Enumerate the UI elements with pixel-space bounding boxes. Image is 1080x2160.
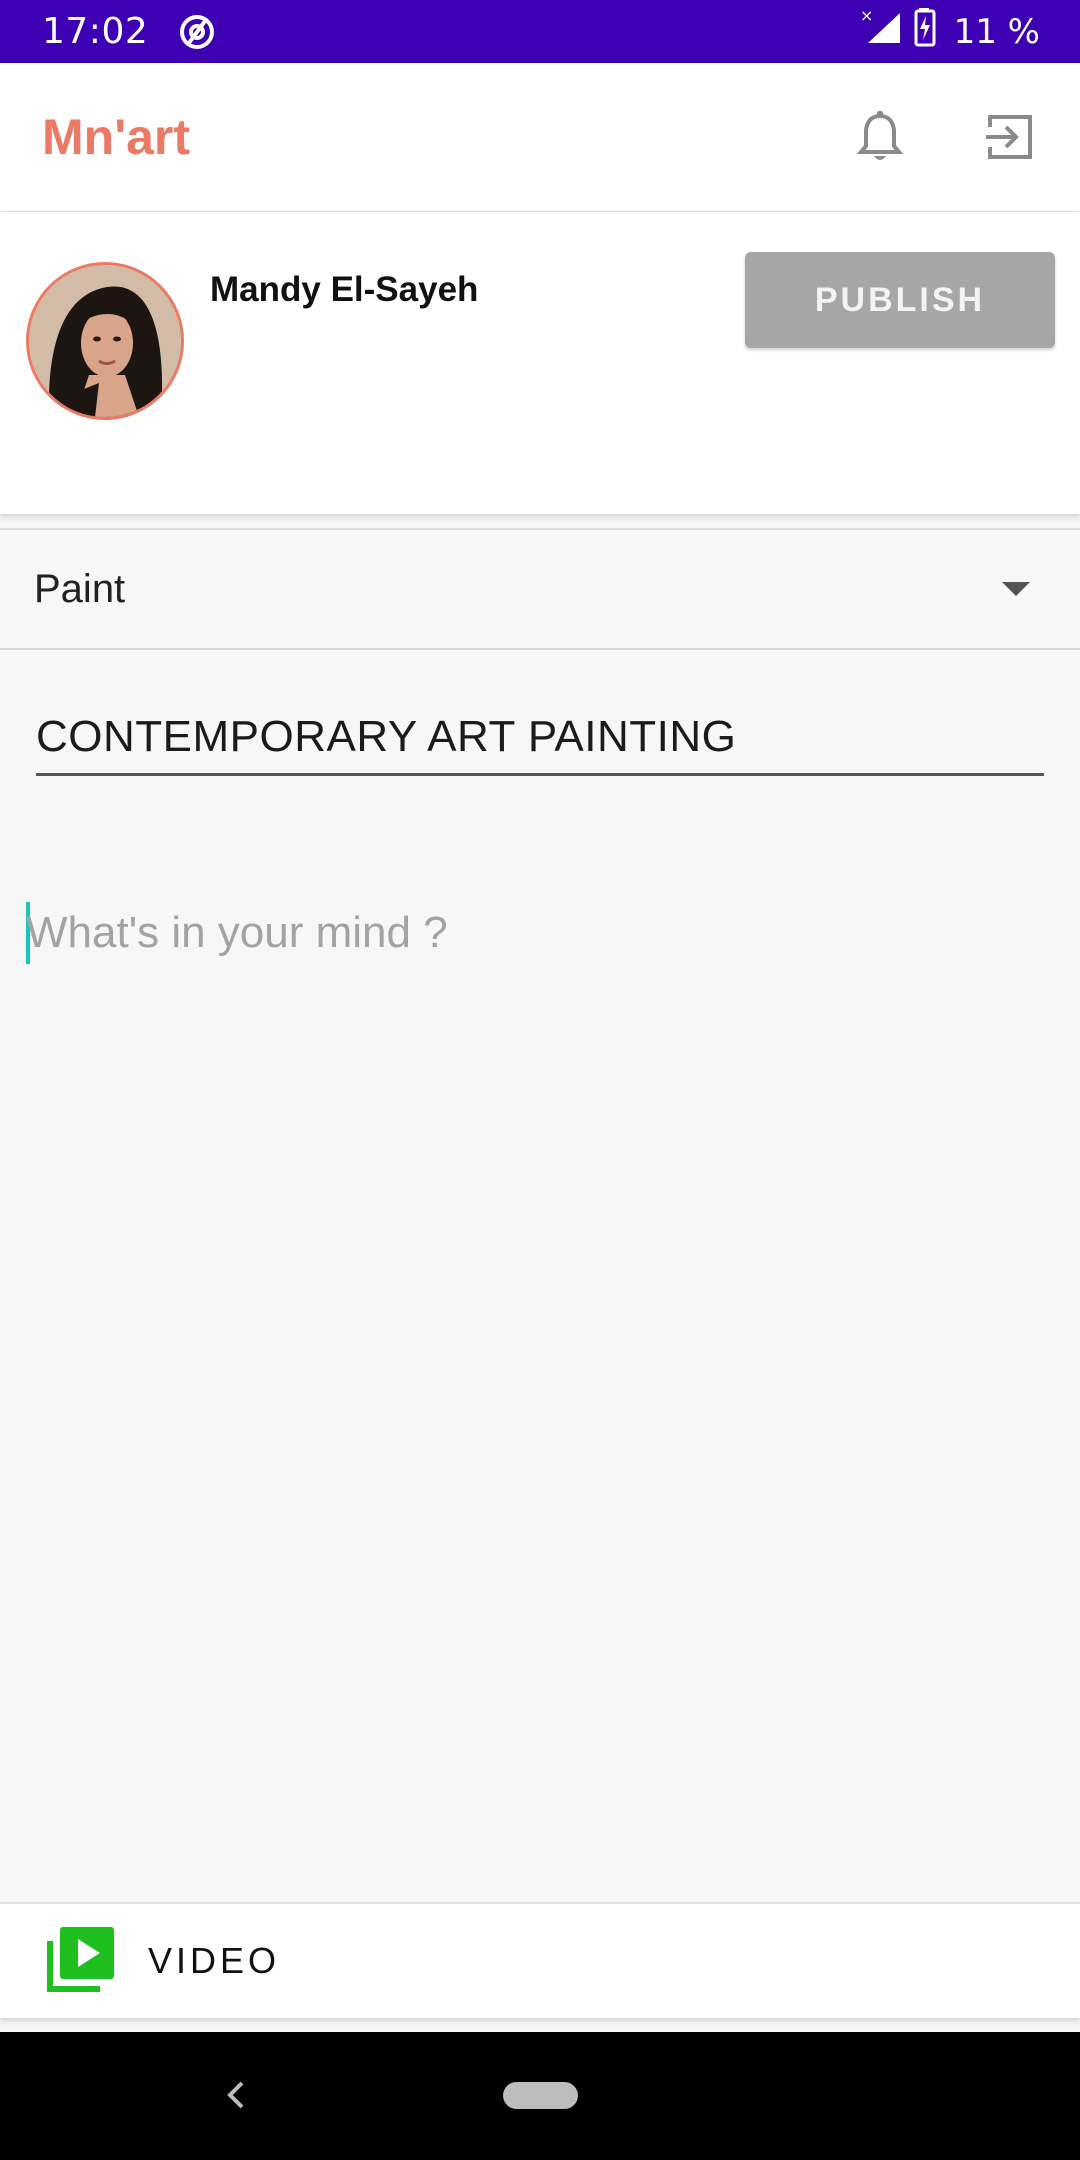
status-bar: 17:02 × 11 %: [0, 0, 1080, 63]
svg-text:×: ×: [860, 7, 873, 25]
video-library-icon: [46, 1925, 116, 1998]
logout-icon[interactable]: [980, 107, 1040, 167]
category-select[interactable]: Paint: [0, 530, 1080, 650]
app-actions: [850, 107, 1040, 167]
back-icon[interactable]: [216, 2070, 256, 2120]
app-title: Mn'art: [42, 109, 190, 165]
home-pill[interactable]: [503, 2082, 578, 2109]
screen: 17:02 × 11 % Mn'art Mandy El-Sayeh PUBLI…: [0, 0, 1080, 2160]
battery-charging-icon: [914, 7, 938, 56]
bell-icon[interactable]: [850, 107, 910, 167]
dropdown-arrow-icon: [1002, 582, 1030, 596]
author-card: Mandy El-Sayeh PUBLISH: [0, 212, 1080, 514]
status-time: 17:02: [42, 11, 149, 52]
body-placeholder: What's in your mind ?: [26, 908, 448, 957]
battery-percentage: 11 %: [953, 11, 1040, 52]
sync-icon: [178, 13, 216, 51]
avatar[interactable]: [26, 262, 184, 420]
title-value: CONTEMPORARY ART PAINTING: [36, 711, 737, 761]
status-right: × 11 %: [860, 6, 1040, 56]
video-button[interactable]: VIDEO: [0, 1902, 1080, 2018]
signal-icon: ×: [860, 6, 904, 56]
title-input[interactable]: CONTEMPORARY ART PAINTING: [36, 700, 1044, 776]
system-nav-bar: [0, 2032, 1080, 2160]
body-textarea[interactable]: What's in your mind ?: [26, 900, 1054, 1900]
category-value: Paint: [34, 566, 126, 611]
publish-button[interactable]: PUBLISH: [745, 252, 1055, 348]
app-bar: Mn'art: [0, 63, 1080, 211]
author-name[interactable]: Mandy El-Sayeh: [210, 270, 478, 310]
video-label: VIDEO: [148, 1940, 281, 1981]
